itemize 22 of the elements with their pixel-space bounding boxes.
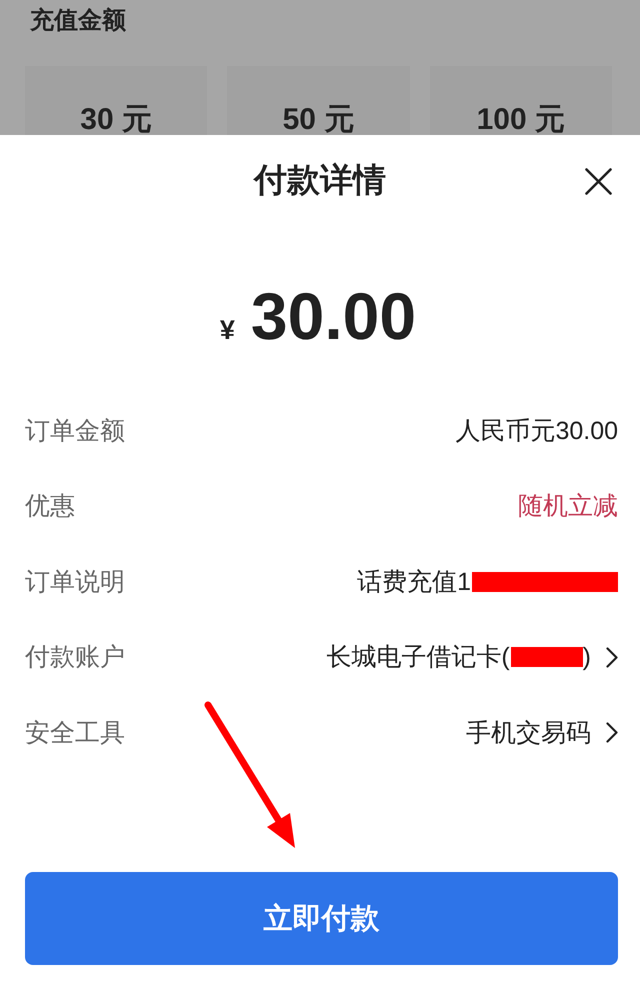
close-icon[interactable] [585,168,612,194]
payment-amount: 30.00 [250,283,416,349]
pay-now-button[interactable]: 立即付款 [25,872,618,964]
amount-option[interactable]: 30 元 [25,66,208,135]
row-label: 安全工具 [25,718,125,748]
amount-option[interactable]: 100 元 [430,66,612,135]
section-title: 充值金额 [30,5,126,35]
sheet-title: 付款详情 [254,160,386,200]
currency-symbol: ¥ [220,317,235,344]
row-value: 长城电子借记卡( [326,642,510,672]
row-label: 订单金额 [25,416,125,446]
chevron-right-icon[interactable] [606,722,618,744]
row-value: 手机交易码 [466,718,591,748]
row-label: 付款账户 [25,642,125,672]
row-value: 人民币元30.00 [455,416,618,446]
value-suffix: ) [582,642,591,672]
row-label: 订单说明 [25,566,125,597]
row-value: 随机立减 [518,491,618,522]
amount-option[interactable]: 50 元 [227,66,410,135]
row-label: 优惠 [25,491,75,522]
row-value: 话费充值1 [357,566,471,597]
chevron-right-icon[interactable] [606,646,618,668]
